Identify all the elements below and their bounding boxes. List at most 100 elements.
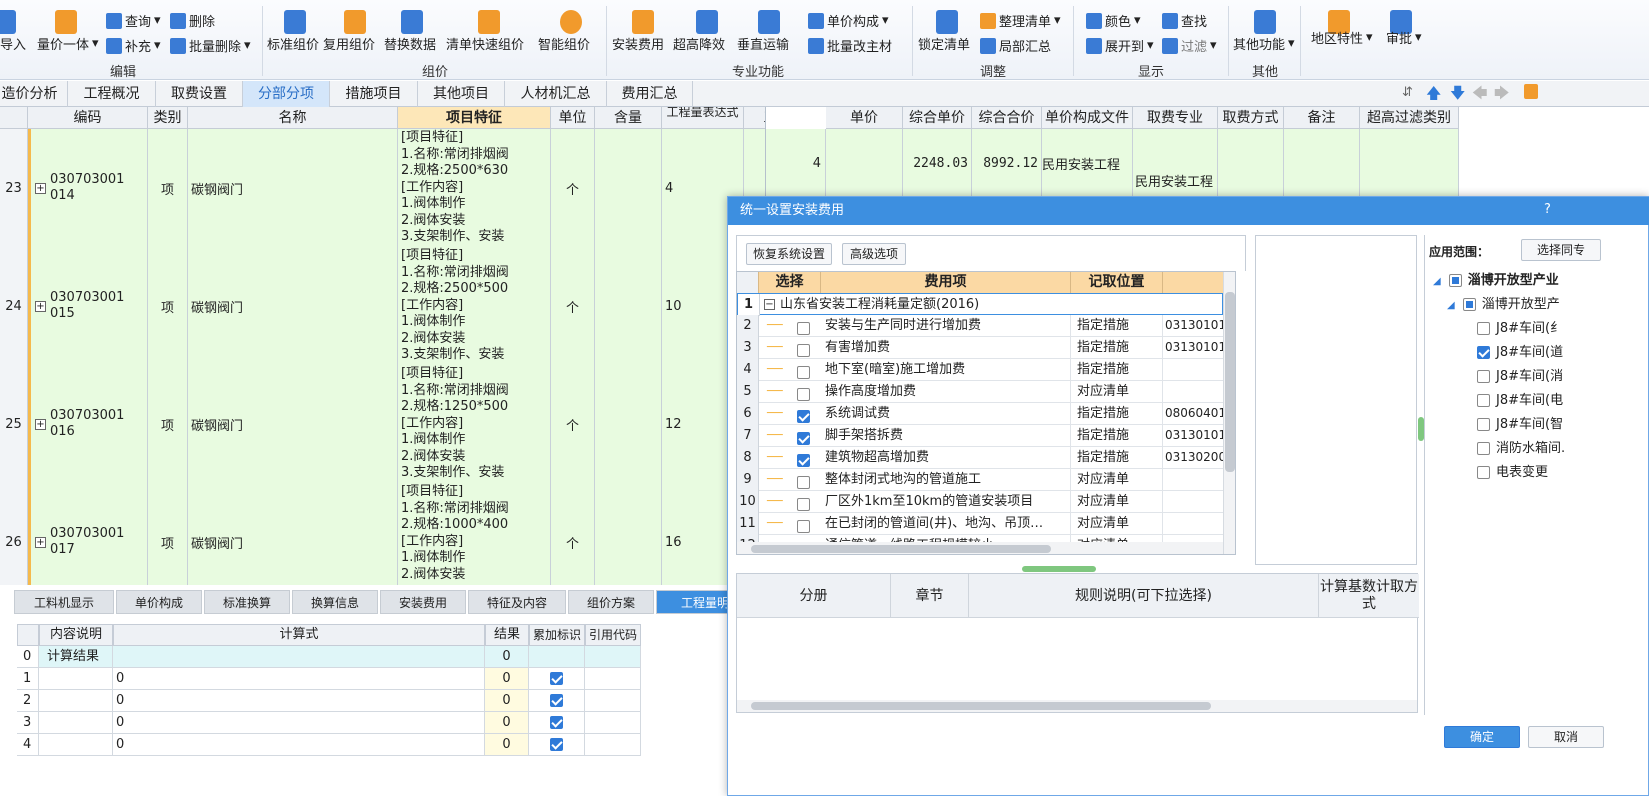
checkbox[interactable] <box>797 366 810 379</box>
batch-delete-button[interactable]: 批量删除 ▾ <box>170 36 251 55</box>
tab-pricing-plan[interactable]: 组价方案 <box>568 590 654 614</box>
grid-cell-type[interactable]: 项 <box>148 483 188 585</box>
partial-sum-button[interactable]: 局部汇总 <box>980 36 1051 55</box>
collapse-group-icon[interactable]: − <box>764 299 775 310</box>
scope-tree-item[interactable]: 消防水箱间. <box>1477 437 1565 456</box>
arrange-button[interactable]: 整理清单 ▾ <box>980 11 1061 30</box>
buchong-button[interactable]: 补充 ▾ <box>106 36 161 55</box>
splitter-handle[interactable] <box>1418 417 1424 441</box>
fee-select-checkbox[interactable] <box>797 318 810 339</box>
tab-cost-analysis[interactable]: 造价分析 <box>0 81 68 107</box>
grid-header[interactable]: 综合合价 <box>972 107 1042 129</box>
grid-cell-note[interactable] <box>1284 129 1360 197</box>
delete-button[interactable]: 删除 <box>170 11 215 30</box>
checkbox-partial[interactable] <box>1448 274 1462 287</box>
detail-cell-desc[interactable] <box>39 712 113 734</box>
checkbox[interactable] <box>1477 418 1490 431</box>
grid-cell-file[interactable]: 民用安装工程 <box>1042 129 1133 197</box>
quick-price-button[interactable]: 清单快速组价 <box>446 34 524 53</box>
checkbox[interactable] <box>1477 394 1490 407</box>
filter-button[interactable]: 过滤 ▾ <box>1162 36 1217 55</box>
grid-cell-total[interactable]: 8992.12 <box>972 129 1042 197</box>
detail-cell-expr[interactable]: 0 <box>113 712 485 734</box>
expand-row-icon[interactable]: + <box>35 300 46 312</box>
approve-button[interactable]: 审批 ▾ <box>1386 28 1422 47</box>
grid-cell-f[interactable]: [项目特征] 1.名称:常闭排烟阀 2.规格:2500*500 [工作内容] 1.阀体制… <box>398 247 551 365</box>
detail-cell-accumulate[interactable] <box>529 734 585 756</box>
replace-button[interactable]: 替换数据 <box>384 34 436 53</box>
checkbox[interactable] <box>797 476 810 489</box>
grid-cell-content[interactable] <box>595 365 662 483</box>
detail-cell-expr[interactable] <box>113 646 485 668</box>
checkbox[interactable] <box>1477 466 1490 479</box>
detail-cell-result[interactable]: 0 <box>485 646 529 668</box>
expand-button[interactable]: 展开到 ▾ <box>1086 36 1154 55</box>
vertical-button[interactable]: 垂直运输 <box>737 34 789 53</box>
checkbox[interactable] <box>797 388 810 401</box>
grid-header[interactable]: 取费专业 <box>1133 107 1218 129</box>
ok-button[interactable]: 确定 <box>1444 726 1520 748</box>
detail-cell-result[interactable]: 0 <box>485 712 529 734</box>
scope-tree-item[interactable]: J8#车间(道 <box>1477 341 1563 360</box>
import-button[interactable]: 导入 <box>0 34 26 53</box>
checkbox[interactable] <box>1477 442 1490 455</box>
checkbox[interactable] <box>797 344 810 357</box>
grid-cell-code[interactable]: +030703001017 <box>28 483 148 585</box>
region-button[interactable]: 地区特性 ▾ <box>1311 28 1373 47</box>
scope-tree-item[interactable]: ◢ 淄博开放型产业 <box>1433 269 1559 288</box>
grid-header[interactable]: 综合单价 <box>903 107 972 129</box>
detail-cell-result[interactable]: 0 <box>485 734 529 756</box>
grid-cell-method[interactable] <box>1218 129 1284 197</box>
fee-select-checkbox[interactable] <box>797 384 810 405</box>
grid-header[interactable]: 工程量 <box>744 107 765 129</box>
unit-compose-button[interactable]: 单价构成 ▾ <box>808 11 889 30</box>
detail-cell-desc[interactable] <box>39 690 113 712</box>
expand-row-icon[interactable]: + <box>35 182 46 194</box>
lock-button[interactable]: 锁定清单 <box>918 34 970 53</box>
detail-cell-result[interactable]: 0 <box>485 690 529 712</box>
batch-material-button[interactable]: 批量改主材 <box>808 36 892 55</box>
checkbox[interactable] <box>797 432 810 445</box>
fee-select-checkbox[interactable] <box>797 362 810 383</box>
fee-row[interactable]: 3 ── 有害增加费指定措施031301011 <box>737 337 1235 359</box>
checkbox[interactable] <box>1477 370 1490 383</box>
fee-select-checkbox[interactable] <box>797 494 810 515</box>
grid-header[interactable]: 名称 <box>188 107 398 129</box>
fee-select-checkbox[interactable] <box>797 516 810 537</box>
scope-tree-item[interactable]: J8#车间(电 <box>1477 389 1563 408</box>
fee-position[interactable]: 对应清单 <box>1071 513 1163 534</box>
checkbox[interactable] <box>797 498 810 511</box>
fee-position[interactable]: 指定措施 <box>1071 447 1163 468</box>
grid-cell-unit[interactable]: 个 <box>551 365 595 483</box>
grid-cell-name[interactable]: 碳钢阀门 <box>188 129 398 247</box>
detail-cell-desc[interactable] <box>39 734 113 756</box>
grid-cell-name[interactable]: 碳钢阀门 <box>188 483 398 585</box>
grid-header[interactable]: 单价 <box>826 107 903 129</box>
checkbox[interactable] <box>550 716 563 729</box>
grid-header[interactable]: 取费方式 <box>1218 107 1284 129</box>
detail-cell-accumulate[interactable] <box>529 668 585 690</box>
color-button[interactable]: 颜色 ▾ <box>1086 11 1141 30</box>
grid-header[interactable]: 超高过滤类别 <box>1360 107 1459 129</box>
fee-position[interactable]: 对应清单 <box>1071 381 1163 402</box>
grid-cell-major[interactable]: 民用安装工程 <box>1133 129 1218 197</box>
scope-tree-item[interactable]: ◢ 淄博开放型产 <box>1447 293 1560 312</box>
detail-cell-result[interactable]: 0 <box>485 668 529 690</box>
tab-std-convert[interactable]: 标准换算 <box>204 590 290 614</box>
fee-position[interactable]: 指定措施 <box>1071 337 1163 358</box>
scope-tree-item[interactable]: J8#车间(智 <box>1477 413 1563 432</box>
checkbox[interactable] <box>797 454 810 467</box>
reuse-price-button[interactable]: 复用组价 <box>323 34 375 53</box>
grid-cell-qty[interactable]: 4 <box>766 129 826 197</box>
other-button[interactable]: 其他功能 ▾ <box>1233 34 1295 53</box>
grid-cell-content[interactable] <box>595 247 662 365</box>
grid-cell-type[interactable]: 项 <box>148 247 188 365</box>
grid-header[interactable]: 含量 <box>595 107 662 129</box>
detail-cell-accumulate[interactable] <box>529 646 585 668</box>
fee-select-checkbox[interactable] <box>797 472 810 493</box>
select-same-major-button[interactable]: 选择同专 <box>1521 239 1601 261</box>
super-reduce-button[interactable]: 超高降效 <box>673 34 725 53</box>
grid-cell-price[interactable] <box>826 129 903 197</box>
checkbox[interactable] <box>797 322 810 335</box>
fee-position[interactable]: 对应清单 <box>1071 491 1163 512</box>
